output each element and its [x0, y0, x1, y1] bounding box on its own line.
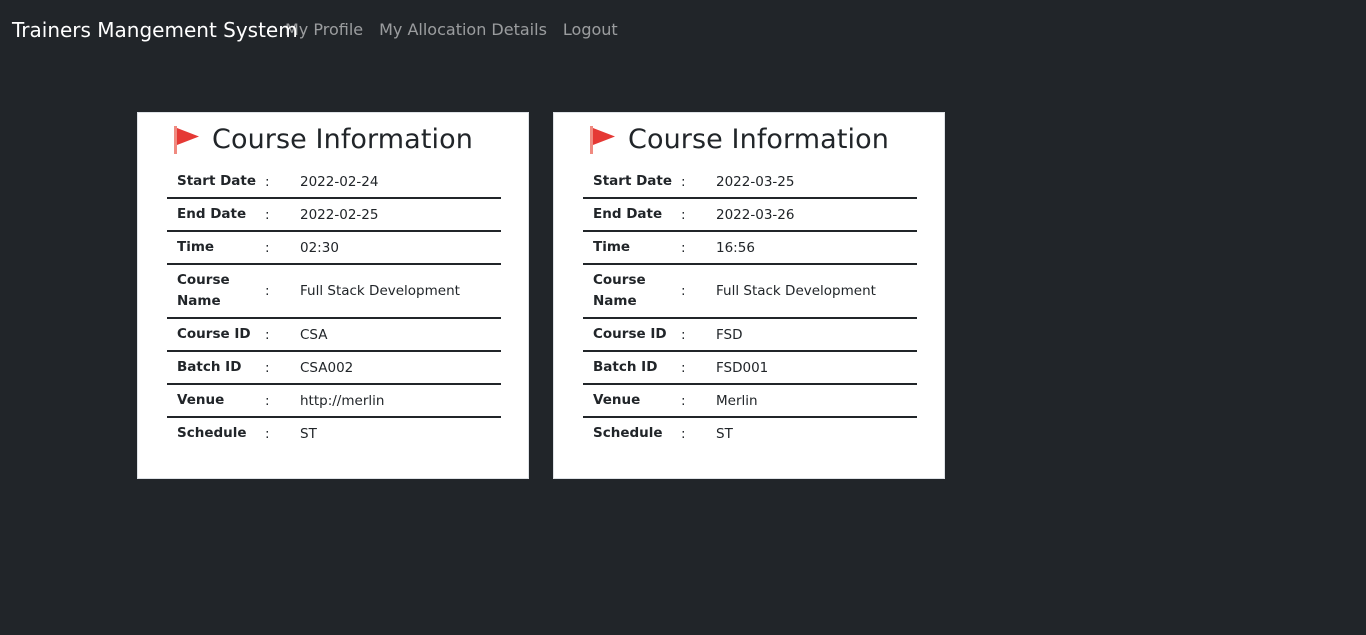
card-header: Course Information — [588, 123, 889, 157]
row-value: FSD001 — [716, 359, 769, 376]
nav-links: My Profile My Allocation Details Logout — [285, 19, 618, 41]
nav-link-my-profile[interactable]: My Profile — [285, 19, 363, 41]
row-label: Batch ID — [177, 359, 242, 375]
table-row: Schedule : ST — [167, 417, 501, 449]
row-separator: : — [681, 425, 686, 442]
table-row: Course Name : Full Stack Development — [583, 264, 917, 318]
row-separator: : — [265, 283, 270, 299]
row-separator: : — [265, 239, 270, 256]
card-title: Course Information — [628, 124, 889, 155]
brand-title[interactable]: Trainers Mangement System — [12, 17, 298, 43]
row-separator: : — [265, 425, 270, 442]
course-card: Course Information Start Date : 2022-02-… — [137, 112, 529, 479]
row-value: FSD — [716, 326, 743, 343]
row-label: End Date — [177, 206, 247, 222]
row-label: Schedule — [177, 425, 247, 441]
row-value: CSA — [300, 326, 328, 343]
card-header: Course Information — [172, 123, 473, 157]
course-info-table: Start Date : 2022-03-25 End Date : 2022-… — [583, 166, 917, 449]
row-separator: : — [681, 359, 686, 376]
row-separator: : — [681, 283, 686, 299]
table-row: Time : 16:56 — [583, 231, 917, 264]
table-row: End Date : 2022-03-26 — [583, 198, 917, 231]
table-row: Time : 02:30 — [167, 231, 501, 264]
course-info-table: Start Date : 2022-02-24 End Date : 2022-… — [167, 166, 501, 449]
row-value: 2022-03-25 — [716, 173, 795, 190]
row-label: Venue — [593, 392, 641, 408]
table-row: Schedule : ST — [583, 417, 917, 449]
row-label: Batch ID — [593, 359, 658, 375]
table-row: Start Date : 2022-03-25 — [583, 166, 917, 198]
row-separator: : — [681, 326, 686, 343]
row-label: Time — [593, 239, 631, 255]
row-value: Full Stack Development — [300, 283, 460, 299]
row-separator: : — [265, 359, 270, 376]
row-value: Full Stack Development — [716, 283, 876, 299]
table-row: End Date : 2022-02-25 — [167, 198, 501, 231]
row-separator: : — [265, 392, 270, 409]
row-value: ST — [300, 425, 317, 442]
course-card: Course Information Start Date : 2022-03-… — [553, 112, 945, 479]
row-value: 16:56 — [716, 239, 755, 256]
row-value: CSA002 — [300, 359, 354, 376]
row-separator: : — [681, 392, 686, 409]
row-label: Course Name — [177, 272, 230, 309]
row-value: 02:30 — [300, 239, 339, 256]
row-separator: : — [681, 206, 686, 223]
row-label: Course ID — [593, 326, 667, 342]
row-label: Course Name — [593, 272, 646, 309]
table-row: Venue : Merlin — [583, 384, 917, 417]
row-label: Course ID — [177, 326, 251, 342]
row-separator: : — [265, 326, 270, 343]
row-value: 2022-02-24 — [300, 173, 379, 190]
table-row: Venue : http://merlin — [167, 384, 501, 417]
nav-link-my-allocation-details[interactable]: My Allocation Details — [379, 19, 547, 41]
table-row: Course ID : FSD — [583, 318, 917, 351]
nav-link-logout[interactable]: Logout — [563, 19, 618, 41]
row-label: Schedule — [593, 425, 663, 441]
row-label: Time — [177, 239, 215, 255]
navbar: Trainers Mangement System My Profile My … — [0, 0, 1366, 60]
row-value: ST — [716, 425, 733, 442]
row-separator: : — [681, 173, 686, 190]
row-value: 2022-03-26 — [716, 206, 795, 223]
row-label: End Date — [593, 206, 663, 222]
flag-icon — [174, 126, 199, 154]
row-value: http://merlin — [300, 392, 385, 409]
row-label: Venue — [177, 392, 225, 408]
table-row: Course Name : Full Stack Development — [167, 264, 501, 318]
table-row: Course ID : CSA — [167, 318, 501, 351]
course-cards: Course Information Start Date : 2022-02-… — [137, 112, 945, 479]
row-value: Merlin — [716, 392, 758, 409]
table-row: Start Date : 2022-02-24 — [167, 166, 501, 198]
row-label: Start Date — [593, 173, 673, 189]
row-separator: : — [265, 206, 270, 223]
flag-icon — [590, 126, 615, 154]
row-separator: : — [265, 173, 270, 190]
card-title: Course Information — [212, 124, 473, 155]
row-separator: : — [681, 239, 686, 256]
table-row: Batch ID : FSD001 — [583, 351, 917, 384]
row-label: Start Date — [177, 173, 257, 189]
row-value: 2022-02-25 — [300, 206, 379, 223]
table-row: Batch ID : CSA002 — [167, 351, 501, 384]
